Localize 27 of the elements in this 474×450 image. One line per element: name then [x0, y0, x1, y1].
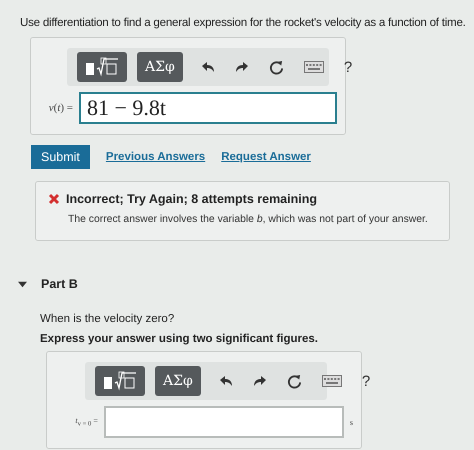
answer-label: t$_{v = 0}$ =	[75, 416, 98, 428]
answer-value: 81 − 9.8t	[87, 95, 166, 121]
close-icon	[48, 193, 60, 205]
submit-button[interactable]: Submit	[31, 145, 90, 169]
help-button[interactable]: ?	[342, 56, 354, 78]
feedback-message: The correct answer involves the variable b, which was not part of your answer.	[68, 213, 428, 227]
template-icon	[85, 57, 119, 77]
answer-field[interactable]	[104, 406, 344, 438]
question-text: Use differentiation to find a general expression for the rocket's velocity as a function of time.	[20, 16, 466, 29]
symbols-button[interactable]: ΑΣφ	[155, 366, 201, 396]
answer-field[interactable]: 81 − 9.8t	[79, 92, 337, 124]
answer-label: v(t) =	[48, 102, 73, 114]
answer-link[interactable]: Request Answer	[221, 151, 311, 163]
instruction-text: Express your answer using two significant figures.	[40, 333, 319, 345]
templates-button[interactable]	[95, 366, 145, 396]
unit-label: s	[350, 418, 353, 426]
help-button[interactable]: ?	[360, 370, 372, 392]
feedback-title: Incorrect; Try Again; 8 attempts remaining	[66, 192, 317, 206]
question-text: When is the velocity zero?	[40, 313, 176, 325]
caret-icon[interactable]	[18, 280, 27, 288]
symbols-button[interactable]: ΑΣφ	[137, 52, 183, 82]
answer-link[interactable]: Previous Answers	[106, 151, 206, 163]
templates-button[interactable]	[77, 52, 127, 82]
keyboard-icon[interactable]	[302, 59, 326, 75]
keyboard-icon[interactable]	[320, 373, 344, 389]
template-icon	[103, 371, 137, 391]
part-title: Part B	[41, 277, 78, 291]
